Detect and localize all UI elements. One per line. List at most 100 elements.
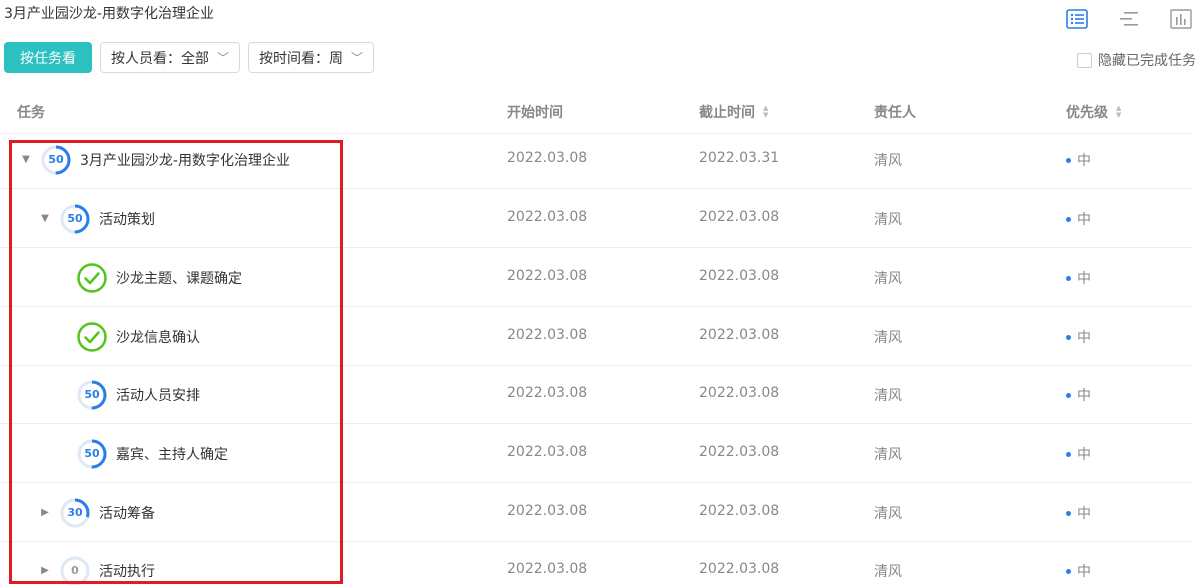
expand-caret-icon[interactable]: ▶ bbox=[39, 507, 51, 518]
table-row[interactable]: ▶ 30 活动筹备 2022.03.08 2022.03.08 清风 中 bbox=[0, 483, 1192, 542]
due-date: 2022.03.08 bbox=[699, 561, 780, 577]
start-date: 2022.03.08 bbox=[507, 209, 588, 225]
table-row[interactable]: 沙龙信息确认 2022.03.08 2022.03.08 清风 中 bbox=[0, 307, 1192, 366]
task-name[interactable]: 嘉宾、主持人确定 bbox=[116, 444, 228, 464]
progress-ring: 50 bbox=[40, 144, 72, 176]
progress-value: 50 bbox=[48, 153, 64, 166]
priority-dot-icon bbox=[1066, 157, 1071, 163]
owner-name: 清风 bbox=[874, 330, 902, 346]
view-switcher bbox=[1066, 8, 1192, 30]
progress-ring: 30 bbox=[59, 497, 91, 529]
collapse-caret-icon[interactable]: ▼ bbox=[20, 154, 32, 165]
table-header: 任务 开始时间 截止时间 ▲ ▼ 责任人 优先级 ▲ ▼ bbox=[0, 90, 1192, 134]
check-circle-icon bbox=[76, 262, 108, 294]
priority-cell: 中 bbox=[1066, 503, 1091, 523]
progress-value: 0 bbox=[71, 564, 79, 577]
task-cell: 沙龙信息确认 bbox=[76, 307, 200, 366]
priority-dot-icon bbox=[1066, 216, 1071, 222]
progress-ring: 0 bbox=[59, 555, 91, 585]
column-header-priority[interactable]: 优先级 ▲ ▼ bbox=[1066, 102, 1121, 122]
task-name[interactable]: 3月产业园沙龙-用数字化治理企业 bbox=[80, 150, 290, 170]
priority-dot-icon bbox=[1066, 392, 1071, 398]
start-date: 2022.03.08 bbox=[507, 444, 588, 460]
due-date: 2022.03.31 bbox=[699, 150, 780, 166]
due-date: 2022.03.08 bbox=[699, 327, 780, 343]
sort-icon[interactable]: ▲ ▼ bbox=[1116, 105, 1121, 119]
task-cell: 50 嘉宾、主持人确定 bbox=[76, 424, 228, 483]
start-date: 2022.03.08 bbox=[507, 268, 588, 284]
sort-icon[interactable]: ▲ ▼ bbox=[763, 105, 768, 119]
gantt-view-icon[interactable] bbox=[1118, 8, 1140, 30]
owner-name: 清风 bbox=[874, 212, 902, 228]
priority-dot-icon bbox=[1066, 275, 1071, 281]
chart-view-icon[interactable] bbox=[1170, 8, 1192, 30]
priority-cell: 中 bbox=[1066, 268, 1091, 288]
priority-label: 中 bbox=[1077, 212, 1091, 228]
priority-cell: 中 bbox=[1066, 561, 1091, 581]
hide-completed-toggle[interactable]: 隐藏已完成任务 bbox=[1077, 50, 1196, 70]
by-time-select[interactable]: 按时间看：周 ﹀ bbox=[248, 42, 375, 73]
priority-label: 中 bbox=[1077, 330, 1091, 346]
task-cell: ▼ 50 3月产业园沙龙-用数字化治理企业 bbox=[20, 130, 290, 189]
owner-name: 清风 bbox=[874, 388, 902, 404]
owner-name: 清风 bbox=[874, 153, 902, 169]
list-view-icon[interactable] bbox=[1066, 8, 1088, 30]
table-row[interactable]: 50 活动人员安排 2022.03.08 2022.03.08 清风 中 bbox=[0, 365, 1192, 424]
by-person-label: 按人员看：全部 bbox=[111, 50, 209, 67]
owner-name: 清风 bbox=[874, 447, 902, 463]
table-row[interactable]: ▼ 50 3月产业园沙龙-用数字化治理企业 2022.03.08 2022.03.31 清… bbox=[0, 130, 1192, 189]
table-row[interactable]: ▶ 0 活动执行 2022.03.08 2022.03.08 清风 中 bbox=[0, 541, 1192, 585]
progress-ring: 50 bbox=[76, 379, 108, 411]
hide-completed-label: 隐藏已完成任务 bbox=[1098, 53, 1196, 69]
task-name[interactable]: 活动策划 bbox=[99, 209, 155, 229]
priority-label: 中 bbox=[1077, 564, 1091, 580]
start-date: 2022.03.08 bbox=[507, 385, 588, 401]
task-name[interactable]: 活动执行 bbox=[99, 561, 155, 581]
priority-cell: 中 bbox=[1066, 209, 1091, 229]
priority-label: 中 bbox=[1077, 447, 1091, 463]
by-task-button[interactable]: 按任务看 bbox=[4, 42, 92, 73]
due-date: 2022.03.08 bbox=[699, 209, 780, 225]
table-row[interactable]: ▼ 50 活动策划 2022.03.08 2022.03.08 清风 中 bbox=[0, 189, 1192, 248]
expand-caret-icon[interactable]: ▶ bbox=[39, 565, 51, 576]
due-date: 2022.03.08 bbox=[699, 444, 780, 460]
priority-cell: 中 bbox=[1066, 150, 1091, 170]
priority-cell: 中 bbox=[1066, 385, 1091, 405]
progress-value: 50 bbox=[84, 388, 100, 401]
owner-name: 清风 bbox=[874, 271, 902, 287]
by-person-select[interactable]: 按人员看：全部 ﹀ bbox=[100, 42, 241, 73]
start-date: 2022.03.08 bbox=[507, 327, 588, 343]
chevron-down-icon: ﹀ bbox=[217, 51, 230, 65]
priority-dot-icon bbox=[1066, 334, 1071, 340]
table-row[interactable]: 50 嘉宾、主持人确定 2022.03.08 2022.03.08 清风 中 bbox=[0, 424, 1192, 483]
priority-dot-icon bbox=[1066, 510, 1071, 516]
priority-cell: 中 bbox=[1066, 327, 1091, 347]
due-date: 2022.03.08 bbox=[699, 385, 780, 401]
project-title: 3月产业园沙龙-用数字化治理企业 bbox=[4, 6, 214, 22]
progress-ring: 50 bbox=[59, 203, 91, 235]
column-header-end[interactable]: 截止时间 ▲ ▼ bbox=[699, 102, 768, 122]
task-name[interactable]: 沙龙主题、课题确定 bbox=[116, 268, 242, 288]
task-name[interactable]: 活动人员安排 bbox=[116, 385, 200, 405]
task-name[interactable]: 沙龙信息确认 bbox=[116, 327, 200, 347]
task-cell: 50 活动人员安排 bbox=[76, 365, 200, 424]
priority-dot-icon bbox=[1066, 568, 1071, 574]
owner-name: 清风 bbox=[874, 564, 902, 580]
hide-completed-checkbox[interactable] bbox=[1077, 52, 1092, 68]
chevron-down-icon: ﹀ bbox=[351, 51, 364, 65]
start-date: 2022.03.08 bbox=[507, 561, 588, 577]
priority-label: 中 bbox=[1077, 153, 1091, 169]
table-row[interactable]: 沙龙主题、课题确定 2022.03.08 2022.03.08 清风 中 bbox=[0, 248, 1192, 307]
progress-value: 30 bbox=[67, 506, 83, 519]
task-cell: ▶ 0 活动执行 bbox=[39, 541, 155, 585]
column-header-owner: 责任人 bbox=[874, 105, 916, 121]
due-date: 2022.03.08 bbox=[699, 503, 780, 519]
priority-label: 中 bbox=[1077, 388, 1091, 404]
progress-value: 50 bbox=[84, 447, 100, 460]
check-circle-icon bbox=[76, 321, 108, 353]
progress-value: 50 bbox=[67, 212, 83, 225]
task-name[interactable]: 活动筹备 bbox=[99, 503, 155, 523]
column-header-task: 任务 bbox=[17, 105, 45, 121]
collapse-caret-icon[interactable]: ▼ bbox=[39, 213, 51, 224]
task-cell: ▼ 50 活动策划 bbox=[39, 189, 155, 248]
